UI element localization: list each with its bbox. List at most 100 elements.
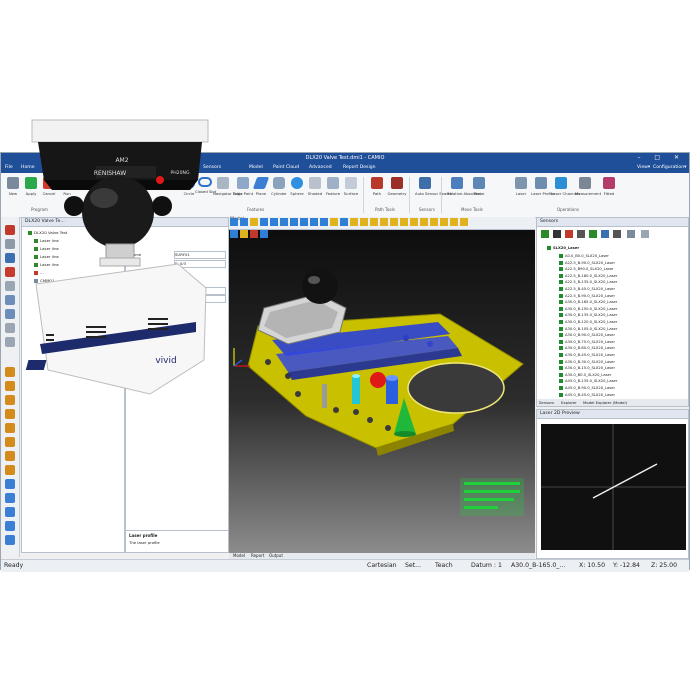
sensor-tool-icon[interactable] bbox=[589, 230, 597, 238]
sensor-tool-icon[interactable] bbox=[541, 230, 549, 238]
tool-icon[interactable] bbox=[5, 451, 15, 461]
sensor-root[interactable]: SLX20_Laser bbox=[547, 246, 579, 250]
menu-configuration[interactable]: Configuration▾ bbox=[653, 165, 686, 170]
surface-button[interactable]: Surface bbox=[341, 177, 361, 196]
path-button[interactable]: Path bbox=[367, 177, 387, 196]
view-icon[interactable] bbox=[350, 218, 358, 226]
laser-channels-button[interactable]: Laser Channels bbox=[551, 177, 580, 196]
sensor-list-item[interactable]: A45.0_B-135.0_SLX20_Laser bbox=[559, 379, 617, 384]
view-icon[interactable] bbox=[390, 218, 398, 226]
view-icon[interactable] bbox=[240, 230, 248, 238]
tool-icon[interactable] bbox=[5, 493, 15, 503]
view-icon[interactable] bbox=[450, 218, 458, 226]
shaded-button[interactable]: Shaded bbox=[305, 177, 325, 196]
view-icon[interactable] bbox=[320, 218, 328, 226]
auto-sensor-search-button[interactable]: Auto Sensor Search bbox=[415, 177, 452, 196]
sensor-list-item[interactable]: A45.0_B-90.0_SLX20_Laser bbox=[559, 386, 615, 390]
sensor-list-item[interactable]: A30.0_B-105.0_SLX20_Laser bbox=[559, 326, 617, 331]
menu-advanced[interactable]: Advanced bbox=[309, 165, 332, 170]
tool-icon[interactable] bbox=[5, 423, 15, 433]
tab-output[interactable]: Output bbox=[269, 553, 283, 558]
tool-icon[interactable] bbox=[5, 437, 15, 447]
sensor-list-item[interactable]: A45.0_B-45.0_SLX20_Laser bbox=[559, 392, 615, 397]
sensor-list-item[interactable]: A30.0_B-30.0_SLX20_Laser bbox=[559, 359, 615, 364]
view-icon[interactable] bbox=[340, 218, 348, 226]
status-teach[interactable]: Teach bbox=[435, 562, 453, 569]
tab-model-explorer[interactable]: Model Explorer (Model) bbox=[583, 400, 627, 405]
sensor-list-item[interactable]: A30.0_B-165.0_SLX20_Laser bbox=[559, 300, 617, 305]
view-icon[interactable] bbox=[330, 218, 338, 226]
view-icon[interactable] bbox=[300, 218, 308, 226]
sensor-tool-icon[interactable] bbox=[565, 230, 573, 238]
view-icon[interactable] bbox=[230, 218, 238, 226]
laser-button[interactable]: Laser bbox=[511, 177, 531, 196]
geometry-button[interactable]: Geometry bbox=[387, 177, 407, 196]
sensor-list-item[interactable]: A22.5_B-90.0_SLX20_Laser bbox=[559, 260, 615, 265]
sensor-list-item[interactable]: A22.5_B-90.0_SLX20_Laser bbox=[559, 293, 615, 298]
sensor-list-item[interactable]: A30.0_B-150.0_SLX20_Laser bbox=[559, 306, 617, 311]
status-set[interactable]: Set... bbox=[405, 562, 421, 569]
tool-icon[interactable] bbox=[5, 479, 15, 489]
large-hole[interactable] bbox=[407, 362, 505, 414]
view-icon[interactable] bbox=[280, 218, 288, 226]
tool-icon[interactable] bbox=[5, 507, 15, 517]
view-icon[interactable] bbox=[430, 218, 438, 226]
laser-preview-canvas[interactable] bbox=[541, 424, 686, 550]
sensor-list-item[interactable]: A0.0_B0.0_SLX20_Laser bbox=[559, 254, 609, 258]
sensor-list-item[interactable]: A30.0_B-90.0_SLX20_Laser bbox=[559, 333, 615, 338]
tool-icon[interactable] bbox=[5, 521, 15, 531]
laser-profile-button[interactable]: Laser Profile bbox=[531, 177, 554, 196]
sensor-list-item[interactable]: A30.0_B0.0_SLX20_Laser bbox=[559, 372, 611, 377]
view-icon[interactable] bbox=[360, 218, 368, 226]
scene-laser-head[interactable] bbox=[257, 268, 347, 345]
cylinder-button[interactable]: Cylinder bbox=[269, 177, 289, 196]
view-icon[interactable] bbox=[230, 230, 238, 238]
sensor-tool-icon[interactable] bbox=[627, 230, 635, 238]
sensor-tool-icon[interactable] bbox=[641, 230, 649, 238]
sensor-list-item[interactable]: A30.0_B-135.0_SLX20_Laser bbox=[559, 313, 617, 318]
view-icon[interactable] bbox=[310, 218, 318, 226]
status-mode[interactable]: Cartesian bbox=[367, 562, 397, 569]
view-icon[interactable] bbox=[370, 218, 378, 226]
view-icon[interactable] bbox=[250, 218, 258, 226]
view-icon[interactable] bbox=[380, 218, 388, 226]
tab-report[interactable]: Report bbox=[251, 553, 264, 558]
sensor-list-item[interactable]: A30.0_B-15.0_SLX20_Laser bbox=[559, 366, 615, 371]
sensor-list-item[interactable]: A30.0_B-60.0_SLX20_Laser bbox=[559, 346, 615, 351]
model-scene[interactable] bbox=[228, 216, 534, 552]
sensor-list-item[interactable]: A22.5_B-135.0_SLX20_Laser bbox=[559, 280, 617, 285]
sensor-list-item[interactable]: A30.0_B-45.0_SLX20_Laser bbox=[559, 353, 615, 357]
view-icon[interactable] bbox=[460, 218, 468, 226]
sensor-list-item[interactable]: A22.5_B-180.0_SLX20_Laser bbox=[559, 273, 617, 278]
view-icon[interactable] bbox=[250, 230, 258, 238]
status-sensor[interactable]: A30.0_B-165.0_... bbox=[511, 562, 565, 569]
sensor-list-item[interactable]: A22.5_B-45.0_SLX20_Laser bbox=[559, 287, 615, 291]
status-datum[interactable]: Datum : 1 bbox=[471, 562, 502, 569]
menu-view[interactable]: View▾ bbox=[637, 165, 650, 170]
tab-explorer[interactable]: Explorer bbox=[561, 400, 577, 405]
probe-button[interactable]: Probe bbox=[469, 177, 489, 196]
sensor-tool-icon[interactable] bbox=[613, 230, 621, 238]
view-icon[interactable] bbox=[270, 218, 278, 226]
view-icon[interactable] bbox=[260, 218, 268, 226]
sensor-list-item[interactable]: A30.0_B-120.0_SLX20_Laser bbox=[559, 320, 617, 324]
view-icon[interactable] bbox=[290, 218, 298, 226]
menu-point-cloud[interactable]: Point Cloud bbox=[273, 165, 299, 170]
relative-absolute-button[interactable]: Relative Absolute bbox=[447, 177, 480, 196]
tool-icon[interactable] bbox=[5, 465, 15, 475]
view-icon[interactable] bbox=[440, 218, 448, 226]
feature-button[interactable]: Feature bbox=[323, 177, 343, 196]
view-icon[interactable] bbox=[420, 218, 428, 226]
measurement-button[interactable]: Measurement bbox=[575, 177, 601, 196]
sensor-list-item[interactable]: A22.5_B90.0_SLX20_Laser bbox=[559, 267, 614, 272]
view-icon[interactable] bbox=[400, 218, 408, 226]
view-icon[interactable] bbox=[410, 218, 418, 226]
plane-button[interactable]: Plane bbox=[251, 177, 271, 196]
sensor-list-item[interactable]: A30.0_B-75.0_SLX20_Laser bbox=[559, 339, 615, 344]
view-icon[interactable] bbox=[260, 230, 268, 238]
tab-model[interactable]: Model bbox=[233, 553, 245, 558]
sensor-tool-icon[interactable] bbox=[601, 230, 609, 238]
edge-point-button[interactable]: Edge Point bbox=[233, 177, 253, 196]
sensor-tool-icon[interactable] bbox=[577, 230, 585, 238]
menu-report-design[interactable]: Report Design bbox=[343, 165, 376, 170]
